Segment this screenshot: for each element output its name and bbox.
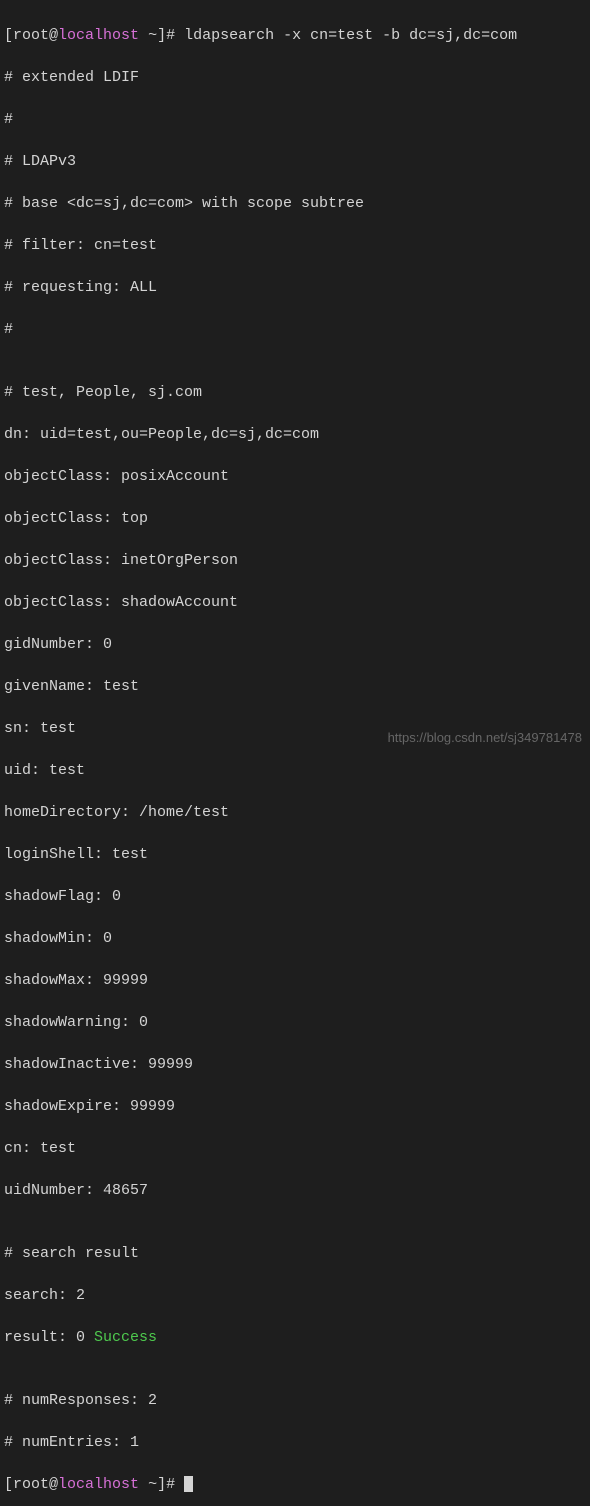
prompt-at: @ <box>49 1476 58 1493</box>
output-line: shadowInactive: 99999 <box>4 1054 586 1075</box>
output-line: loginShell: test <box>4 844 586 865</box>
output-line: uidNumber: 48657 <box>4 1180 586 1201</box>
output-line: cn: test <box>4 1138 586 1159</box>
prompt-user: root <box>13 27 49 44</box>
terminal-output[interactable]: [root@localhost ~]# ldapsearch -x cn=tes… <box>4 4 586 1506</box>
output-line: search: 2 <box>4 1285 586 1306</box>
output-line: shadowMin: 0 <box>4 928 586 949</box>
output-line: homeDirectory: /home/test <box>4 802 586 823</box>
cursor-icon <box>184 1476 193 1492</box>
prompt-host: localhost <box>58 1476 139 1493</box>
output-line: # numResponses: 2 <box>4 1390 586 1411</box>
output-line: # requesting: ALL <box>4 277 586 298</box>
output-line: # <box>4 109 586 130</box>
output-line: dn: uid=test,ou=People,dc=sj,dc=com <box>4 424 586 445</box>
output-line: # search result <box>4 1243 586 1264</box>
output-line: objectClass: top <box>4 508 586 529</box>
output-line: # filter: cn=test <box>4 235 586 256</box>
output-line: shadowFlag: 0 <box>4 886 586 907</box>
output-line: # test, People, sj.com <box>4 382 586 403</box>
output-line: gidNumber: 0 <box>4 634 586 655</box>
output-line: # <box>4 319 586 340</box>
output-line: shadowWarning: 0 <box>4 1012 586 1033</box>
result-success: Success <box>94 1329 157 1346</box>
prompt-close-bracket: ] <box>157 27 166 44</box>
watermark-text: https://blog.csdn.net/sj349781478 <box>388 729 582 747</box>
output-line: objectClass: inetOrgPerson <box>4 550 586 571</box>
prompt-user: root <box>13 1476 49 1493</box>
output-line: shadowExpire: 99999 <box>4 1096 586 1117</box>
output-line: # extended LDIF <box>4 67 586 88</box>
prompt-symbol: # <box>166 1476 175 1493</box>
output-line: objectClass: posixAccount <box>4 466 586 487</box>
command-line-1: [root@localhost ~]# ldapsearch -x cn=tes… <box>4 25 586 46</box>
command-line-2: [root@localhost ~]# <box>4 1474 586 1495</box>
result-prefix: result: 0 <box>4 1329 94 1346</box>
command-text: ldapsearch -x cn=test -b dc=sj,dc=com <box>184 27 517 44</box>
output-line: uid: test <box>4 760 586 781</box>
prompt-path: ~ <box>139 27 157 44</box>
output-line: objectClass: shadowAccount <box>4 592 586 613</box>
prompt-at: @ <box>49 27 58 44</box>
output-line: # LDAPv3 <box>4 151 586 172</box>
prompt-host: localhost <box>58 27 139 44</box>
prompt-symbol: # <box>166 27 175 44</box>
output-line: shadowMax: 99999 <box>4 970 586 991</box>
output-line: result: 0 Success <box>4 1327 586 1348</box>
output-line: # numEntries: 1 <box>4 1432 586 1453</box>
output-line: # base <dc=sj,dc=com> with scope subtree <box>4 193 586 214</box>
prompt-open-bracket: [ <box>4 1476 13 1493</box>
output-line: givenName: test <box>4 676 586 697</box>
prompt-close-bracket: ] <box>157 1476 166 1493</box>
prompt-path: ~ <box>139 1476 157 1493</box>
prompt-open-bracket: [ <box>4 27 13 44</box>
